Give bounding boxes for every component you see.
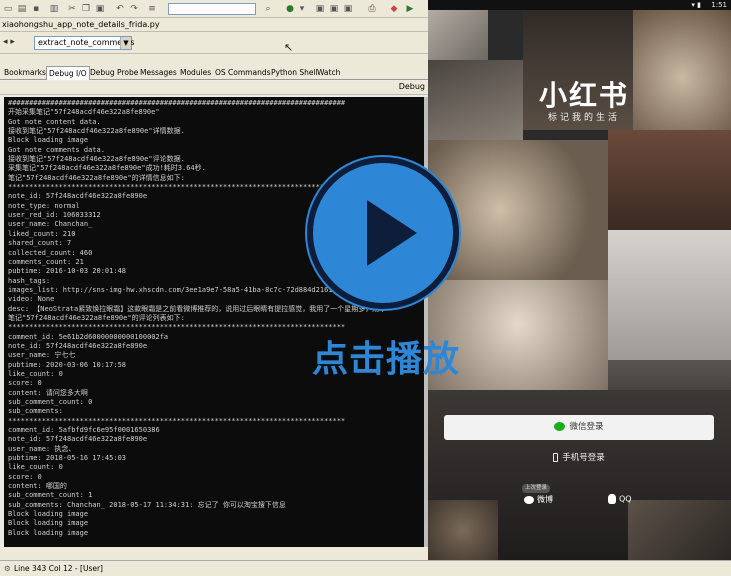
run-icon[interactable]: ● (284, 3, 296, 15)
step-out-icon[interactable]: ▣ (342, 3, 354, 15)
console-line: score: 0 (8, 472, 42, 481)
chevron-down-icon[interactable]: ▼ (120, 37, 131, 49)
photo-tile (608, 230, 731, 360)
weibo-icon (524, 495, 534, 504)
phone-clock: 1:51 (711, 1, 727, 9)
weibo-login-button[interactable]: 微博 (524, 494, 553, 505)
save-icon[interactable]: ▪ (30, 3, 42, 15)
console-line: comment_id: 5afbfd9fc6e95f0001650386 (8, 426, 160, 435)
console-line: content: 请问您多大啊 (8, 388, 88, 397)
panel-footer (0, 547, 428, 560)
tab-messages[interactable]: Messages (138, 66, 179, 80)
tab-bookmarks[interactable]: Bookmarks (2, 66, 48, 80)
console-line: sub_comments: (8, 407, 63, 416)
tab-debug-i-o[interactable]: Debug I/O (46, 66, 90, 80)
continue-icon[interactable]: ▶ (404, 3, 416, 15)
console-line: Block loading image (8, 136, 89, 145)
photo-tile (608, 130, 731, 230)
tab-watch[interactable]: Watch (315, 66, 342, 80)
photo-tile (428, 60, 523, 140)
search-field[interactable] (168, 3, 256, 15)
console-line: user_name: 执念、 (8, 444, 76, 453)
phone-screen: ▾ ▮ 1:51 小红书 标记我的生活 微信登录 手机号登录 上次登录 微博 Q… (428, 0, 731, 560)
console-line: Block loading image (8, 528, 89, 537)
paste-icon[interactable]: ▣ (94, 3, 106, 15)
new-file-icon[interactable]: ▭ (2, 3, 14, 15)
signal-icon: ▾ ▮ (691, 1, 701, 9)
gear-icon[interactable]: ⚙ (4, 561, 11, 576)
app-slogan: 标记我的生活 (547, 113, 620, 123)
console-line: Got note comments data. (8, 145, 105, 154)
function-select[interactable]: extract_note_comments ▼ (34, 36, 135, 50)
app-logo: 小红书 (538, 79, 629, 112)
phone-login-button[interactable]: 手机号登录 (444, 449, 714, 467)
debug-label: Debug (398, 82, 425, 91)
tab-python-shell[interactable]: Python Shell (269, 66, 320, 80)
play-label[interactable]: 点击播放 (306, 330, 466, 382)
console-line: sub_comment_count: 0 (8, 398, 93, 406)
qq-login-button[interactable]: QQ (608, 494, 632, 504)
play-button[interactable] (307, 157, 459, 309)
open-file-icon[interactable]: ▤ (16, 3, 28, 15)
undo-icon[interactable]: ↶ (114, 3, 126, 15)
debug-panel-header: Debug (0, 81, 428, 95)
play-icon (367, 200, 417, 266)
photo-tile (628, 500, 731, 560)
phone-icon (553, 453, 559, 462)
tab-debug-probe[interactable]: Debug Probe (88, 66, 140, 80)
mouse-cursor-icon: ↖ (284, 41, 294, 54)
step-icon[interactable]: ▣ (314, 3, 326, 15)
qq-icon (608, 494, 616, 504)
weibo-label: 微博 (537, 495, 553, 504)
console-line: 接收到笔记"57f248acdf46e322a8fe890e"详情数据. (8, 127, 185, 136)
phone-login-label: 手机号登录 (562, 453, 605, 463)
tab-os-commands[interactable]: OS Commands (213, 66, 273, 80)
editor-area[interactable] (0, 54, 428, 66)
toolbar: ▭ ▤ ▪ ▥ ✂ ❐ ▣ ↶ ↷ ≡ ⌕ ● ▾ ▣ ▣ ▣ ⎙ ◆ ▶ (0, 0, 428, 18)
stop-icon[interactable]: ◆ (388, 3, 400, 15)
console-line: 开始采集笔记"57f248acdf46e322a8fe890e" (8, 108, 160, 117)
console-line: pubtime: 2018-05-16 17:45:03 (8, 454, 127, 463)
photo-tile (633, 0, 731, 130)
wechat-icon (554, 422, 566, 431)
console-line: sub_comment_count: 1 (8, 491, 93, 500)
tool-tabs: Bookmarks Debug I/O Debug Probe Messages Mod… (0, 66, 428, 80)
file-tab[interactable]: xiaohongshu_app_note_details_frida.py (0, 18, 428, 32)
redo-icon[interactable]: ↷ (128, 3, 140, 15)
console-line: 笔记"57f248acdf46e322a8fe890e"的评论列表如下: (8, 313, 185, 322)
tab-modules[interactable]: Modules (178, 66, 213, 80)
qq-label: QQ (619, 494, 632, 504)
copy-icon[interactable]: ❐ (80, 3, 92, 15)
photo-tile (428, 500, 498, 560)
console-line: Block loading image (8, 510, 89, 519)
console-line: ########################################… (8, 99, 346, 107)
nav-arrows-icon[interactable]: ◂ ▸ (3, 37, 15, 47)
debug-icon[interactable]: ⎙ (366, 3, 378, 15)
console-line: note_id: 57f248acdf46e322a8fe890e (8, 435, 148, 444)
console-line: like_count: 0 (8, 463, 63, 472)
console-line: Block loading image (8, 519, 89, 528)
find-icon[interactable]: ⌕ (262, 3, 274, 15)
console-line: content: 哪国的 (8, 482, 67, 491)
phone-status-bar: ▾ ▮ 1:51 (428, 0, 731, 10)
cut-icon[interactable]: ✂ (66, 3, 78, 15)
indent-icon[interactable]: ≡ (146, 3, 158, 15)
dropdown-icon[interactable]: ▾ (296, 3, 308, 15)
last-login-badge: 上次登录 (522, 484, 551, 493)
step-into-icon[interactable]: ▣ (328, 3, 340, 15)
wechat-login-label: 微信登录 (569, 422, 604, 432)
console-line: sub_comments: Chanchan_ 2018-05-17 11:34… (8, 500, 286, 509)
console-line: ****************************************… (8, 416, 346, 425)
console-line: Got note content data. (8, 117, 101, 126)
function-bar: ◂ ▸ extract_note_comments ▼ (0, 32, 428, 54)
wechat-login-button[interactable]: 微信登录 (444, 415, 714, 440)
status-bar: ⚙ Line 343 Col 12 - [User] (0, 560, 731, 576)
print-icon[interactable]: ▥ (48, 3, 60, 15)
status-text: Line 343 Col 12 - [User] (14, 564, 103, 573)
